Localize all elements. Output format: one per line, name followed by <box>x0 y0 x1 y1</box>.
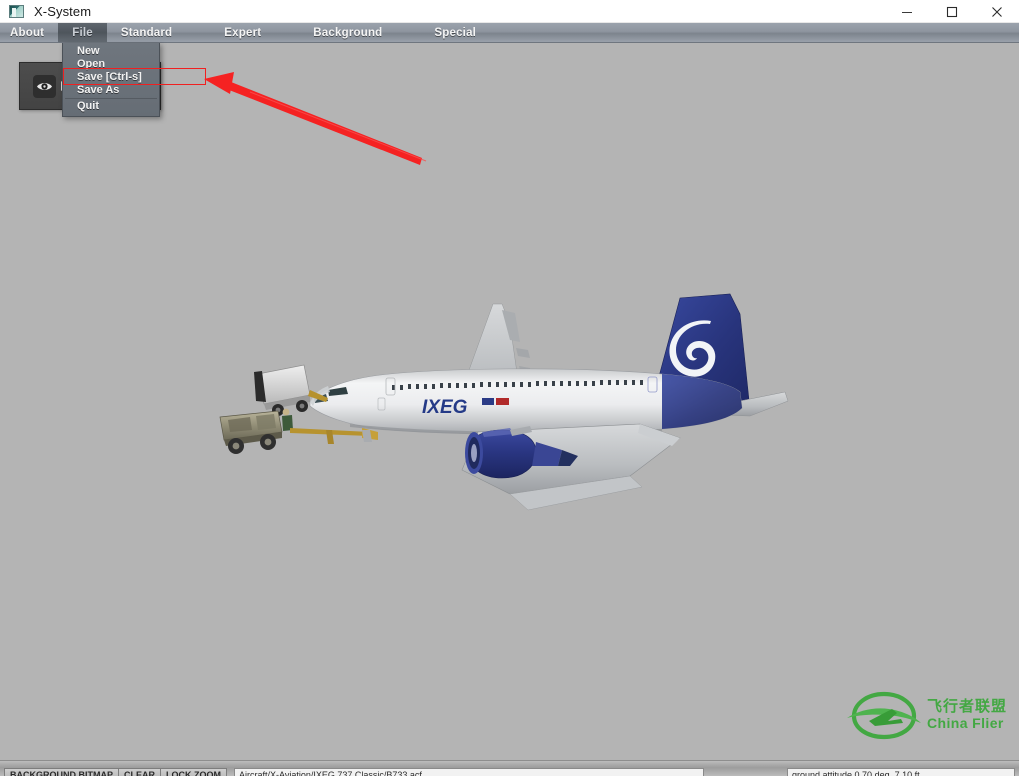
file-dropdown-menu[interactable]: New Open Save [Ctrl-s] Save As Quit <box>62 43 160 117</box>
maximize-button[interactable] <box>929 0 974 23</box>
app-icon <box>9 4 24 18</box>
livery-title: IXEG <box>422 397 468 418</box>
aircraft-path-field[interactable]: Aircraft/X-Aviation/IXEG 737 Classic/B73… <box>234 768 704 776</box>
menu-option-open[interactable]: Open <box>63 58 159 71</box>
minimize-button[interactable] <box>884 0 929 23</box>
menu-spacer-1 <box>186 23 210 42</box>
menu-option-quit[interactable]: Quit <box>63 100 159 113</box>
menu-option-save[interactable]: Save [Ctrl-s] <box>63 71 159 84</box>
window-title: X-System <box>34 3 92 19</box>
menu-item-expert[interactable]: Expert <box>210 23 275 42</box>
menu-option-save-as[interactable]: Save As <box>63 84 159 97</box>
application-window: X-System About File Standard Expert Back… <box>0 0 1019 776</box>
menu-item-background[interactable]: Background <box>299 23 396 42</box>
status-bar: BACKGROUND BITMAP CLEAR LOCK ZOOM Aircra… <box>0 760 1019 776</box>
menu-bar: About File Standard Expert Background Sp… <box>0 23 1019 43</box>
aircraft-model: IXEG <box>210 280 790 520</box>
aircraft-svg: IXEG <box>219 293 789 511</box>
maximize-icon <box>946 6 957 17</box>
lock-zoom-button[interactable]: LOCK ZOOM <box>160 768 227 776</box>
close-icon <box>991 6 1002 17</box>
china-flier-logo <box>847 691 921 740</box>
watermark-text-en: China Flier <box>927 714 1004 731</box>
background-bitmap-button[interactable]: BACKGROUND BITMAP <box>4 768 119 776</box>
flap-far-1 <box>516 348 530 358</box>
title-bar: X-System <box>0 0 1019 23</box>
menu-item-about[interactable]: About <box>0 23 58 42</box>
aircraft-viewport[interactable]: IXEG 飞行者联盟 China Flier <box>0 44 1019 760</box>
minimize-icon <box>901 11 912 13</box>
status-button-group: BACKGROUND BITMAP CLEAR LOCK ZOOM <box>4 768 227 776</box>
menu-item-standard[interactable]: Standard <box>107 23 186 42</box>
ground-attitude-field: ground attitude 0.70 deg, 7.10 ft <box>787 768 1015 776</box>
watermark-text-cn: 飞行者联盟 <box>927 696 1008 715</box>
menu-spacer-2 <box>275 23 299 42</box>
watermark-text: 飞行者联盟 China Flier <box>927 696 1008 731</box>
menu-separator <box>65 98 157 99</box>
menu-item-special[interactable]: Special <box>420 23 490 42</box>
clear-button[interactable]: CLEAR <box>118 768 161 776</box>
window-controls <box>884 0 1019 23</box>
menu-item-file[interactable]: File <box>58 23 107 42</box>
eye-button[interactable] <box>33 75 56 98</box>
menu-option-new[interactable]: New <box>63 45 159 58</box>
eye-icon <box>37 83 52 90</box>
watermark: 飞行者联盟 China Flier <box>845 688 1007 740</box>
menu-spacer-3 <box>396 23 420 42</box>
close-button[interactable] <box>974 0 1019 23</box>
status-bar-row: BACKGROUND BITMAP CLEAR LOCK ZOOM Aircra… <box>0 768 1019 776</box>
